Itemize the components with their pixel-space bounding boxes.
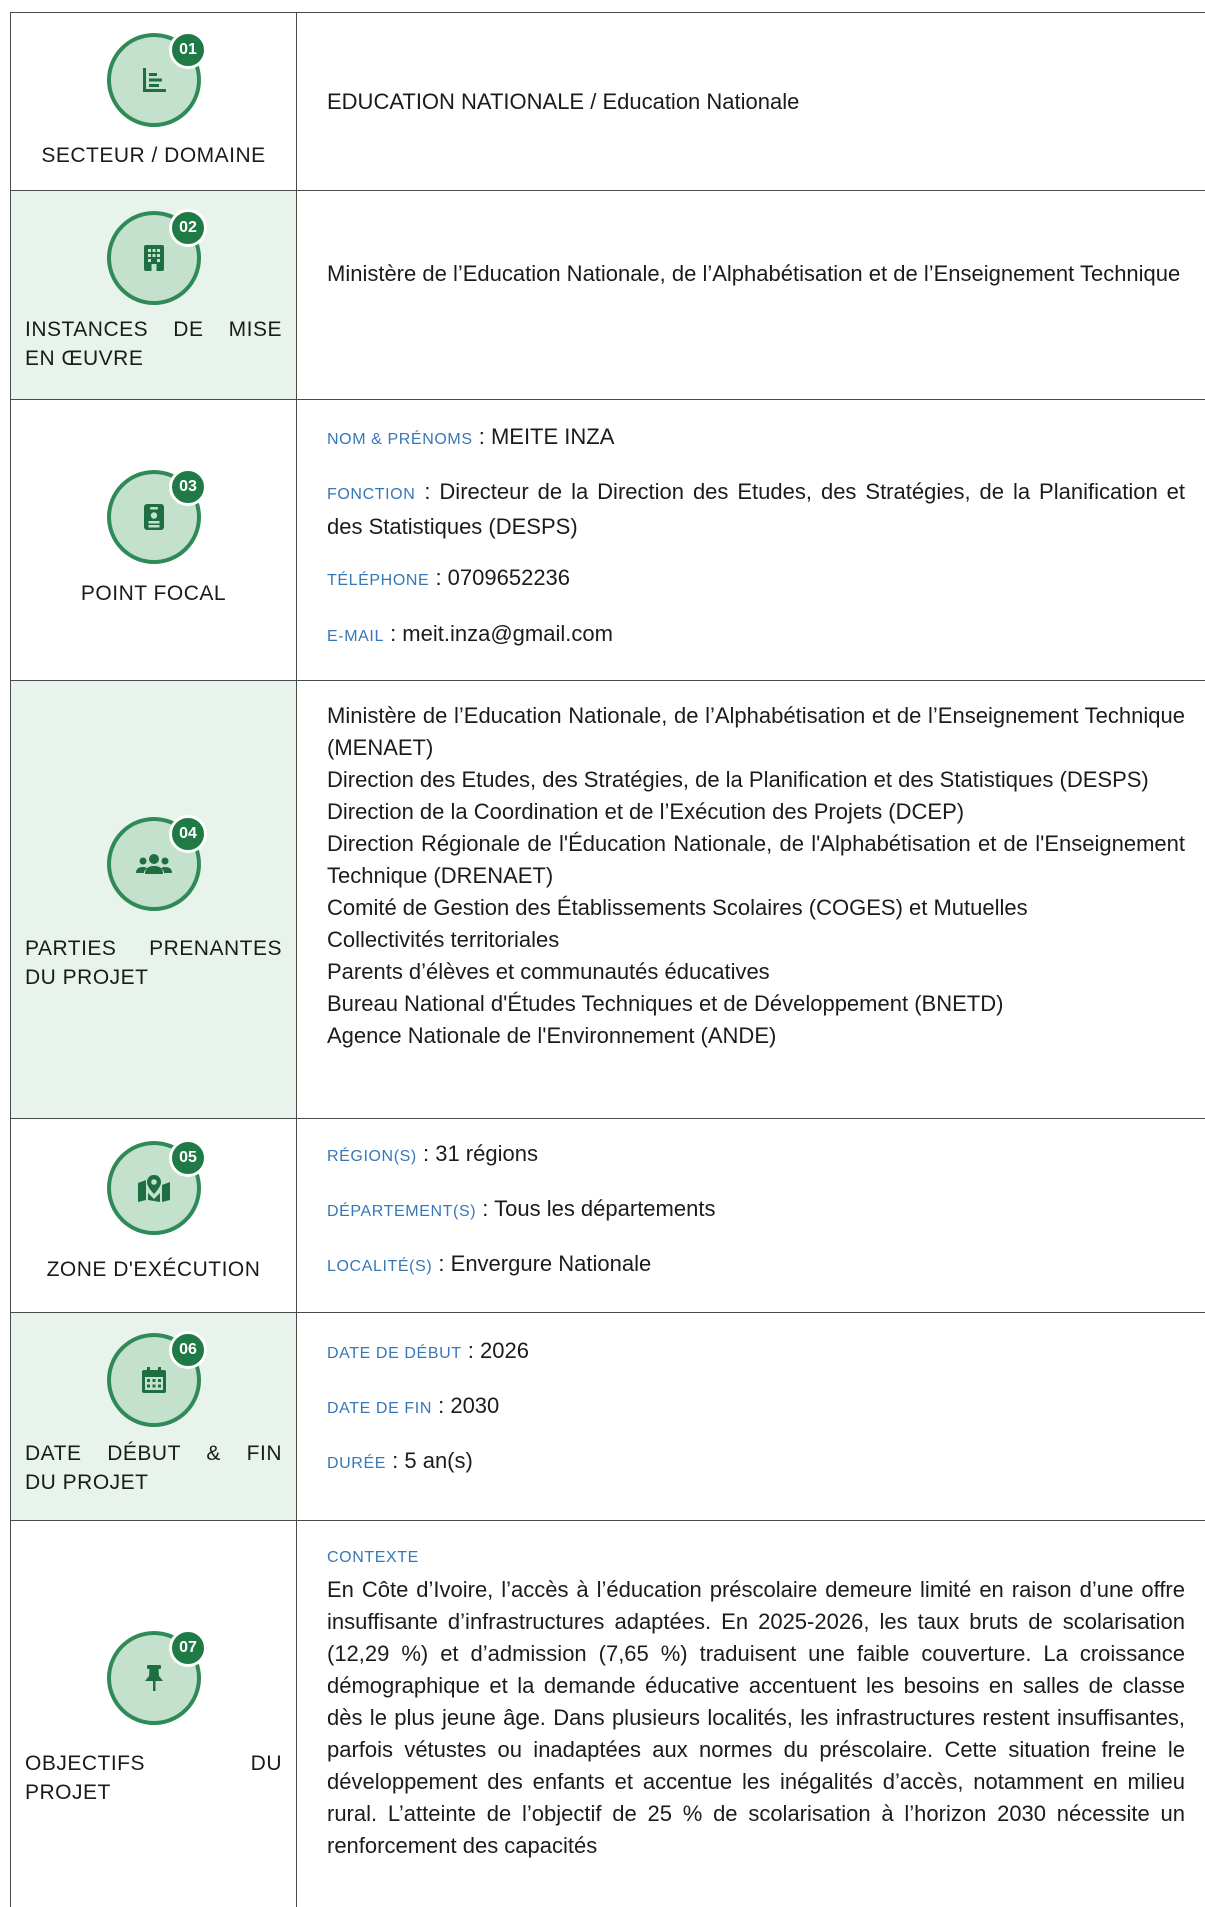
row-label: DATE DÉBUT & FIN DU PROJET <box>25 1439 282 1497</box>
list-item: Parents d’élèves et communautés éducativ… <box>327 959 770 984</box>
field-key: TÉLÉPHONE <box>327 572 430 589</box>
list-item: Ministère de l’Education Nationale, de l… <box>327 703 1185 760</box>
step-number-badge: 05 <box>169 1139 207 1177</box>
field-key: DÉPARTEMENT(S) <box>327 1203 477 1220</box>
row-label-cell: 07 OBJECTIFS DU PROJET <box>10 1521 297 1907</box>
list-item: Collectivités territoriales <box>327 927 560 952</box>
field-key: DATE DE FIN <box>327 1400 432 1417</box>
row-label-line: OBJECTIFS DU <box>25 1752 282 1775</box>
row-objectifs: 07 OBJECTIFS DU PROJET CONTEXTE En Côte … <box>10 1520 1205 1907</box>
row-label-cell: 01 SECTEUR / DOMAINE <box>10 13 297 190</box>
field-value: meit.inza@gmail.com <box>402 621 613 646</box>
field-key: E-MAIL <box>327 628 384 645</box>
row-label-cell: 02 INSTANCES DE MISE EN ŒUVRE <box>10 191 297 399</box>
list-item: Comité de Gestion des Établissements Sco… <box>327 895 1028 920</box>
row-point-focal: 03 POINT FOCAL NOM & PRÉNOMS : MEITE INZ… <box>10 399 1205 680</box>
field-value: MEITE INZA <box>490 424 615 449</box>
row-label-line: DU PROJET <box>25 966 149 989</box>
row-label-line: DATE DÉBUT & FIN <box>25 1442 282 1465</box>
context-paragraph: En Côte d’Ivoire, l’accès à l’éducation … <box>327 1577 1185 1858</box>
map-pin-icon <box>138 1175 170 1202</box>
duration: DURÉE : 5 an(s) <box>327 1448 473 1473</box>
step-number-badge: 07 <box>169 1629 207 1667</box>
contact-name: NOM & PRÉNOMS : MEITE INZA <box>327 424 615 449</box>
row-label-cell: 03 POINT FOCAL <box>10 400 297 680</box>
row-label-line: INSTANCES DE MISE <box>25 318 282 341</box>
list-item: Direction Régionale de l'Éducation Natio… <box>327 831 1185 888</box>
id-badge-icon <box>144 504 164 530</box>
step-number-badge: 04 <box>169 815 207 853</box>
row-label-line: DU PROJET <box>25 1471 149 1494</box>
calendar-icon <box>142 1367 166 1393</box>
row-label-line: PARTIES PRENANTES <box>25 937 282 960</box>
row-label: ZONE D'EXÉCUTION <box>46 1258 261 1281</box>
row-instances: 02 INSTANCES DE MISE EN ŒUVRE Ministère … <box>10 190 1205 399</box>
field-key: RÉGION(S) <box>327 1148 417 1165</box>
row-label-line: PROJET <box>25 1781 111 1804</box>
row-parties-prenantes: 04 PARTIES PRENANTES DU PROJET Ministère… <box>10 680 1205 1118</box>
field-value: 0709652236 <box>447 565 571 590</box>
contact-phone: TÉLÉPHONE : 0709652236 <box>327 565 571 590</box>
list-item: Direction de la Coordination et de l’Exé… <box>327 799 965 824</box>
context-heading: CONTEXTE <box>327 1549 419 1566</box>
field-value: Envergure Nationale <box>450 1251 652 1276</box>
users-icon <box>136 854 172 874</box>
row-label: PARTIES PRENANTES DU PROJET <box>25 934 282 992</box>
row-label: OBJECTIFS DU PROJET <box>25 1749 282 1807</box>
row-zone-execution: 05 ZONE D'EXÉCUTION RÉGION(S) : 31 régio… <box>10 1118 1205 1312</box>
list-item: Bureau National d'Études Techniques et d… <box>327 991 1004 1016</box>
row-label-cell: 04 PARTIES PRENANTES DU PROJET <box>10 681 297 1118</box>
date-start: DATE DE DÉBUT : 2026 <box>327 1338 529 1363</box>
row-value: EDUCATION NATIONALE / Education National… <box>327 89 800 114</box>
field-value: 31 régions <box>435 1141 538 1166</box>
field-key: LOCALITÉ(S) <box>327 1258 433 1275</box>
list-chart-icon <box>143 68 166 92</box>
field-key: DATE DE DÉBUT <box>327 1345 462 1362</box>
field-value: Directeur de la Direction des Etudes, de… <box>327 479 1185 539</box>
step-number-badge: 01 <box>169 31 207 69</box>
field-value: 5 an(s) <box>404 1448 473 1473</box>
row-label: INSTANCES DE MISE EN ŒUVRE <box>25 315 282 373</box>
step-number-badge: 02 <box>169 209 207 247</box>
row-secteur: 01 SECTEUR / DOMAINE EDUCATION NATIONALE… <box>10 12 1205 190</box>
step-number-badge: 03 <box>169 468 207 506</box>
row-value: Ministère de l’Education Nationale, de l… <box>327 261 1181 286</box>
field-key: DURÉE <box>327 1455 387 1472</box>
list-item: Direction des Etudes, des Stratégies, de… <box>327 767 1149 792</box>
row-label-cell: 06 DATE DÉBUT & FIN DU PROJET <box>10 1313 297 1520</box>
list-item: Agence Nationale de l'Environnement (AND… <box>327 1023 777 1048</box>
row-label: SECTEUR / DOMAINE <box>41 144 266 167</box>
step-number-badge: 06 <box>169 1331 207 1369</box>
row-label: POINT FOCAL <box>80 582 227 605</box>
field-key: FONCTION <box>327 486 416 503</box>
field-value: 2026 <box>479 1338 529 1363</box>
date-end: DATE DE FIN : 2030 <box>327 1393 500 1418</box>
zone-departement: DÉPARTEMENT(S) : Tous les départements <box>327 1196 716 1221</box>
row-dates: 06 DATE DÉBUT & FIN DU PROJET DATE DE DÉ… <box>10 1312 1205 1520</box>
contact-function: FONCTION : Directeur de la Direction des… <box>327 479 1185 539</box>
stakeholder-list: Ministère de l’Education Nationale, de l… <box>327 700 1185 1052</box>
field-value: Tous les départements <box>494 1196 716 1221</box>
zone-localite: LOCALITÉ(S) : Envergure Nationale <box>327 1251 652 1276</box>
zone-region: RÉGION(S) : 31 régions <box>327 1141 538 1166</box>
contact-email: E-MAIL : meit.inza@gmail.com <box>327 621 613 646</box>
building-icon <box>144 245 164 271</box>
field-value: 2030 <box>450 1393 500 1418</box>
row-label-line: EN ŒUVRE <box>25 347 144 370</box>
pushpin-icon <box>145 1665 163 1691</box>
row-label-cell: 05 ZONE D'EXÉCUTION <box>10 1119 297 1312</box>
field-key: NOM & PRÉNOMS <box>327 431 473 448</box>
